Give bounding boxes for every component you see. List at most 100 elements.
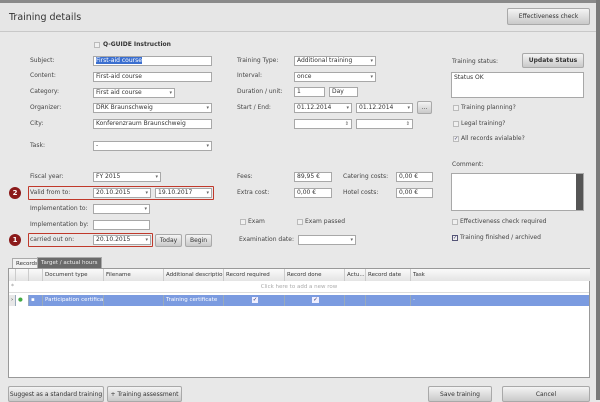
comment-scrollbar[interactable] <box>576 174 583 210</box>
start-end-label: Start / End: <box>237 104 271 111</box>
category-select[interactable]: First aid course <box>93 88 175 98</box>
records-grid: Document type Filename Additional descri… <box>8 268 590 378</box>
training-planning-checkbox[interactable] <box>453 105 459 111</box>
training-finished-checkbox[interactable]: ✓ <box>452 235 458 241</box>
grid-header-document-type[interactable]: Document type <box>43 269 104 281</box>
exam-date-select[interactable] <box>298 235 356 245</box>
fees-label: Fees: <box>237 173 253 180</box>
effectiveness-check-button[interactable]: Effectiveness check <box>507 8 590 25</box>
impl-to-label: Implementation to: <box>30 205 88 212</box>
record-done-checkbox[interactable]: ✓ <box>312 297 319 303</box>
subject-input[interactable]: First-aid course <box>93 56 212 66</box>
organizer-select[interactable]: DRK Braunschweig <box>93 103 212 113</box>
duration-unit-input[interactable]: Day <box>329 87 358 97</box>
status-box: Status OK <box>451 72 584 98</box>
legal-training-checkbox[interactable] <box>453 121 459 127</box>
cell-actual[interactable] <box>345 295 366 306</box>
qguide-label: Q-GUIDE Instruction <box>103 41 171 48</box>
legal-training-label: Legal training? <box>461 120 506 127</box>
effectiveness-required-label: Effectiveness check required <box>460 218 547 225</box>
duration-label: Duration / unit: <box>237 88 283 95</box>
interval-select[interactable]: once <box>294 72 376 82</box>
marker-1: 1 <box>9 234 21 246</box>
valid-from-select[interactable]: 20.10.2015 <box>93 188 151 198</box>
end-time-spinner[interactable] <box>356 119 413 129</box>
exam-checkbox[interactable] <box>240 219 246 225</box>
extra-cost-input[interactable]: 0,00 € <box>294 188 332 198</box>
start-time-spinner[interactable] <box>294 119 352 129</box>
hotel-input[interactable]: 0,00 € <box>396 188 433 198</box>
city-input[interactable]: Konferenzraum Braunschweig <box>93 119 212 129</box>
today-button[interactable]: Today <box>155 234 182 247</box>
content-input[interactable]: First-aid course <box>93 72 212 82</box>
all-records-label: All records avialable? <box>461 135 525 142</box>
exam-label: Exam <box>248 218 265 225</box>
carried-out-label: carried out on: <box>30 236 75 243</box>
grid-header-record-date[interactable]: Record date <box>366 269 411 281</box>
new-row-hint: Click here to add a new row <box>260 284 338 290</box>
row-indicator-icon: › <box>9 295 16 306</box>
grid-header-description[interactable]: Additional description <box>164 269 224 281</box>
page-title: Training details <box>9 12 82 23</box>
cell-description[interactable]: Training certificate <box>164 295 224 306</box>
exam-passed-checkbox[interactable] <box>297 219 303 225</box>
exam-passed-label: Exam passed <box>305 218 346 225</box>
impl-to-select[interactable] <box>93 204 150 214</box>
fiscal-year-label: Fiscal year: <box>30 173 64 180</box>
comment-label: Comment: <box>452 161 484 168</box>
city-label: City: <box>30 120 44 127</box>
grid-header-task[interactable]: Task <box>411 269 590 281</box>
extra-cost-label: Extra cost: <box>237 189 270 196</box>
fiscal-year-select[interactable]: FY 2015 <box>93 172 161 182</box>
organizer-label: Organizer: <box>30 104 62 111</box>
cell-record-done[interactable]: ✓ <box>285 295 345 306</box>
grid-header-indicator <box>9 269 16 281</box>
task-select[interactable]: - <box>93 141 212 151</box>
grid-header-record-required[interactable]: Record required <box>224 269 285 281</box>
table-row[interactable]: › ● ▪ Participation certificate Training… <box>9 295 589 306</box>
cell-record-required[interactable]: ✓ <box>224 295 285 306</box>
begin-button[interactable]: Begin <box>185 234 212 247</box>
grid-header-record-done[interactable]: Record done <box>285 269 345 281</box>
duration-input[interactable]: 1 <box>294 87 325 97</box>
document-icon[interactable]: ▪ <box>29 295 43 306</box>
more-button[interactable]: ... <box>417 101 432 114</box>
training-status-label: Training status: <box>452 58 499 65</box>
grid-header-filename[interactable]: Filename <box>104 269 164 281</box>
grid-header-icon1 <box>16 269 29 281</box>
content-label: Content: <box>30 72 56 79</box>
valid-to-select[interactable]: 19.10.2017 <box>155 188 212 198</box>
record-required-checkbox[interactable]: ✓ <box>251 297 259 303</box>
window-right-border <box>596 0 600 400</box>
all-records-checkbox[interactable]: ✓ <box>453 136 459 142</box>
training-planning-label: Training planning? <box>461 104 516 111</box>
catering-label: Catering costs: <box>343 173 389 180</box>
carried-out-select[interactable]: 20.10.2015 <box>93 235 151 245</box>
task-label: Task: <box>30 142 45 149</box>
tab-target-actual-hours[interactable]: Target / actual hours <box>37 257 102 268</box>
start-date-select[interactable]: 01.12.2014 <box>294 103 352 113</box>
catering-input[interactable]: 0,00 € <box>396 172 433 182</box>
training-finished-label: Training finished / archived <box>460 234 541 241</box>
cell-record-date[interactable] <box>366 295 411 306</box>
grid-header-actual[interactable]: Actu... <box>345 269 366 281</box>
cell-document-type[interactable]: Participation certificate <box>43 295 104 306</box>
training-type-label: Training Type: <box>237 57 279 64</box>
update-status-button[interactable]: Update Status <box>522 53 584 68</box>
new-row[interactable]: * Click here to add a new row <box>9 282 589 293</box>
comment-textarea[interactable] <box>451 173 584 211</box>
subject-value: First-aid course <box>96 57 142 64</box>
qguide-checkbox[interactable] <box>94 42 100 48</box>
grid-header-icon2 <box>29 269 43 281</box>
attachment-icon[interactable]: ● <box>16 295 29 306</box>
effectiveness-required-checkbox[interactable] <box>452 219 458 225</box>
cell-filename[interactable] <box>104 295 164 306</box>
impl-by-input[interactable] <box>93 220 150 230</box>
category-label: Category: <box>30 88 59 95</box>
fees-input[interactable]: 89,95 € <box>294 172 332 182</box>
interval-label: Interval: <box>237 72 262 79</box>
cell-task[interactable]: - <box>411 295 589 306</box>
end-date-select[interactable]: 01.12.2014 <box>356 103 413 113</box>
training-type-select[interactable]: Additional training <box>294 56 376 66</box>
valid-label: Valid from to: <box>30 189 71 196</box>
